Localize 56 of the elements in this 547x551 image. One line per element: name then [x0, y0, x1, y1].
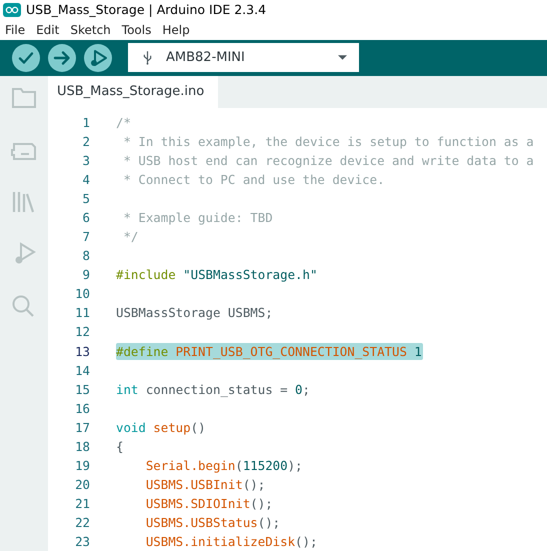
menu-item[interactable]: Tools [122, 22, 152, 37]
file-tab[interactable]: USB_Mass_Storage.ino [48, 76, 218, 108]
line-number: 5 [82, 191, 90, 206]
line-number: 17 [74, 420, 90, 435]
line-number: 15 [74, 382, 90, 397]
code-line: * USB host end can recognize device and write data to a [122, 152, 535, 170]
line-number: 13 [74, 344, 90, 359]
line-number: 16 [74, 400, 90, 416]
code-line: USBMS.USBInit(); [144, 476, 266, 493]
folder-icon[interactable] [11, 86, 37, 110]
code-line: void setup() [116, 418, 207, 436]
line-number: 7 [82, 229, 90, 244]
debug-button[interactable] [84, 44, 112, 72]
line-number: 19 [74, 458, 90, 473]
verify-button[interactable] [12, 44, 40, 72]
code-line: * Example guide: TBD [122, 209, 274, 226]
app-logo-icon [3, 2, 21, 17]
code-line: * In this example, the device is setup to function as a [122, 133, 535, 150]
line-number: 9 [82, 267, 90, 282]
line-number: 1 [82, 114, 90, 130]
menu-item[interactable]: Edit [36, 22, 60, 37]
line-number: 8 [82, 248, 90, 264]
line-number: 23 [74, 534, 90, 549]
line-number: 12 [74, 324, 90, 340]
code-line: USBMS.SDIOInit(); [144, 494, 274, 512]
library-icon[interactable] [11, 190, 37, 214]
usb-icon [143, 50, 152, 66]
menu-item[interactable]: Help [162, 22, 190, 37]
line-number: 2 [82, 134, 90, 149]
window-title: USB_Mass_Storage | Arduino IDE 2.3.4 [26, 2, 266, 18]
line-number: 21 [74, 496, 90, 511]
line-number: 10 [74, 286, 90, 302]
code-line: int connection_status = 0; [116, 380, 311, 398]
code-line: Serial.begin(115200); [144, 456, 304, 474]
code-line: USBMassStorage USBMS; [116, 304, 274, 322]
code-line: { [116, 438, 124, 455]
code-line: * Connect to PC and use the device. [122, 171, 386, 188]
code-line: /* [116, 114, 132, 131]
code-line: */ [122, 228, 140, 246]
caret-icon [338, 55, 347, 60]
code-line: #include "USBMassStorage.h" [116, 266, 318, 284]
menu-item[interactable]: Sketch [70, 22, 111, 37]
upload-button[interactable] [48, 44, 76, 72]
line-number: 3 [82, 153, 90, 168]
board-selector[interactable]: AMB82-MINI [128, 43, 359, 72]
line-number: 20 [74, 476, 90, 492]
board-name: AMB82-MINI [166, 50, 246, 66]
line-number: 18 [74, 438, 90, 454]
code-line: USBMS.initializeDisk(); [144, 532, 318, 550]
line-number: 14 [74, 362, 90, 378]
menu-item[interactable]: File [5, 22, 26, 37]
code-line: USBMS.USBStatus(); [144, 514, 282, 531]
line-number: 11 [74, 305, 90, 320]
line-number: 22 [74, 514, 90, 530]
line-number: 4 [82, 172, 90, 188]
line-number: 6 [82, 210, 90, 226]
